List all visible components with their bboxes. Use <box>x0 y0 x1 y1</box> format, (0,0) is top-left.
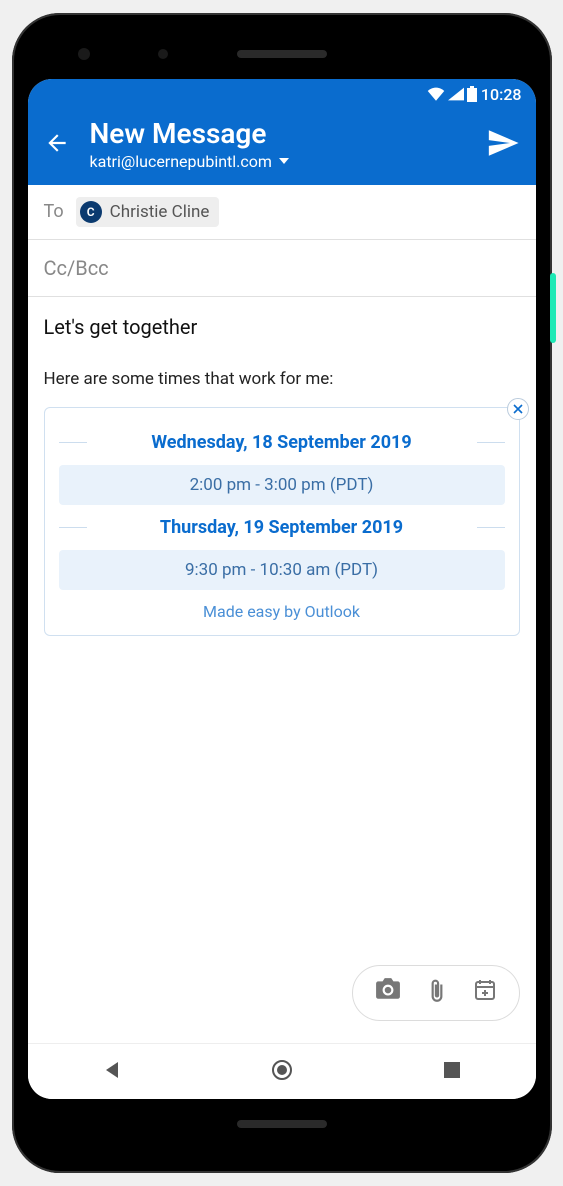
triangle-back-icon <box>102 1060 122 1080</box>
ccbcc-field[interactable]: Cc/Bcc <box>28 240 536 297</box>
power-button <box>550 273 556 343</box>
battery-icon <box>467 86 477 102</box>
status-time: 10:28 <box>481 85 522 104</box>
recipient-avatar: C <box>80 201 102 223</box>
compose-toolbar <box>28 951 536 1043</box>
availability-card: Wednesday, 18 September 2019 2:00 pm - 3… <box>44 407 520 636</box>
camera-icon <box>375 978 401 1000</box>
status-icons <box>427 86 477 102</box>
phone-top-bezel <box>28 29 536 79</box>
signal-icon <box>448 87 464 101</box>
wifi-icon <box>427 87 445 101</box>
availability-slot-0[interactable]: 2:00 pm - 3:00 pm (PDT) <box>59 465 505 505</box>
send-button[interactable] <box>486 126 520 164</box>
email-body[interactable]: Here are some times that work for me: We… <box>28 357 536 951</box>
square-recents-icon <box>443 1061 461 1079</box>
status-bar: 10:28 <box>28 79 536 109</box>
bottom-speaker-grille <box>237 1120 327 1128</box>
attach-button[interactable] <box>427 978 447 1008</box>
availability-footer: Made easy by Outlook <box>59 602 505 621</box>
availability-date-0: Wednesday, 18 September 2019 <box>59 432 505 453</box>
phone-bottom-bezel <box>28 1099 536 1149</box>
to-label: To <box>44 201 64 222</box>
calendar-button[interactable] <box>473 978 497 1008</box>
send-icon <box>486 126 520 160</box>
body-intro-text: Here are some times that work for me: <box>44 369 520 389</box>
from-account-label: katri@lucernepubintl.com <box>90 152 272 171</box>
app-bar-title-block: New Message katri@lucernepubintl.com <box>90 119 466 171</box>
availability-slot-1[interactable]: 9:30 pm - 10:30 am (PDT) <box>59 550 505 590</box>
page-title: New Message <box>90 119 466 150</box>
subject-field[interactable]: Let's get together <box>28 297 536 357</box>
chevron-down-icon <box>278 155 290 167</box>
screen: 10:28 New Message katri@lucernepubintl.c… <box>28 79 536 1099</box>
nav-home-button[interactable] <box>271 1059 293 1085</box>
availability-date-1: Thursday, 19 September 2019 <box>59 517 505 538</box>
arrow-left-icon <box>44 130 70 156</box>
recipient-chip[interactable]: C Christie Cline <box>76 197 220 227</box>
camera-button[interactable] <box>375 978 401 1008</box>
camera-dot <box>78 48 90 60</box>
nav-recents-button[interactable] <box>443 1061 461 1083</box>
calendar-plus-icon <box>473 978 497 1002</box>
nav-back-button[interactable] <box>102 1060 122 1084</box>
back-button[interactable] <box>44 130 70 160</box>
toolbar-pill <box>352 965 520 1021</box>
to-field-row[interactable]: To C Christie Cline <box>28 185 536 240</box>
recipient-name: Christie Cline <box>110 202 210 222</box>
paperclip-icon <box>427 978 447 1004</box>
phone-frame: 10:28 New Message katri@lucernepubintl.c… <box>12 13 552 1173</box>
sensor-dot <box>158 49 168 59</box>
close-icon <box>513 404 523 414</box>
android-nav-bar <box>28 1043 536 1099</box>
circle-home-icon <box>271 1059 293 1081</box>
app-bar: New Message katri@lucernepubintl.com <box>28 109 536 185</box>
availability-close-button[interactable] <box>507 398 529 420</box>
speaker-grille <box>237 50 327 58</box>
from-account-selector[interactable]: katri@lucernepubintl.com <box>90 152 466 171</box>
